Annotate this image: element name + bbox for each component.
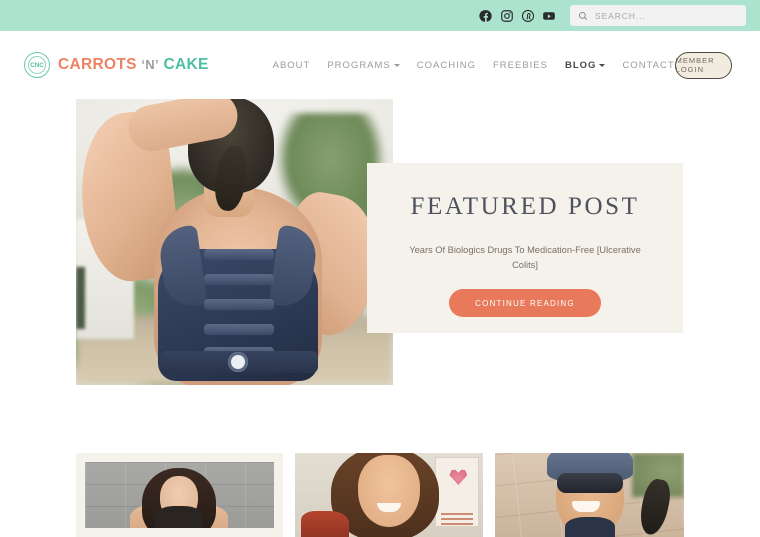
post-card-3-image bbox=[495, 453, 685, 537]
nav-label-about: ABOUT bbox=[272, 59, 311, 71]
brand-word-carrots: CARROTS bbox=[58, 56, 137, 73]
top-utility-bar bbox=[0, 0, 760, 31]
search-input[interactable] bbox=[595, 10, 738, 21]
post-card-1-image bbox=[85, 462, 274, 528]
brand-word-n: ‘N’ bbox=[141, 57, 159, 72]
nav-label-programs: PROGRAMS bbox=[327, 59, 391, 71]
pinterest-icon[interactable] bbox=[521, 9, 535, 23]
nav-label-coaching: COACHING bbox=[416, 59, 476, 71]
instagram-icon[interactable] bbox=[500, 9, 514, 23]
hero-section: FEATURED POST Years Of Biologics Drugs T… bbox=[0, 99, 760, 415]
chevron-down-icon bbox=[393, 64, 400, 67]
nav-item-coaching[interactable]: COACHING bbox=[417, 60, 476, 71]
card2-subject-face bbox=[358, 455, 420, 527]
cnc-monogram-text: CNC bbox=[30, 61, 44, 69]
nav-label-contact: CONTACT bbox=[622, 59, 675, 71]
nav-item-contact[interactable]: CONTACT bbox=[622, 60, 674, 71]
youtube-icon[interactable] bbox=[542, 9, 556, 23]
nav-item-about[interactable]: ABOUT bbox=[273, 60, 311, 71]
continue-reading-label: CONTINUE READING bbox=[475, 298, 575, 308]
member-login-label: MEMBER LOGIN bbox=[675, 56, 715, 74]
nav-item-programs[interactable]: PROGRAMS bbox=[327, 59, 400, 71]
post-card-2[interactable] bbox=[294, 453, 484, 537]
brand-word-cake: CAKE bbox=[163, 56, 209, 73]
brand-wordmark: CARROTS ‘N’ CAKE bbox=[58, 56, 209, 74]
featured-post-panel: FEATURED POST Years Of Biologics Drugs T… bbox=[367, 163, 683, 333]
post-card-1[interactable] bbox=[76, 453, 283, 537]
main-navbar: CNC CARROTS ‘N’ CAKE ABOUT PROGRAMS COAC… bbox=[0, 31, 760, 99]
continue-reading-button[interactable]: CONTINUE READING bbox=[449, 289, 601, 317]
nav-label-blog: BLOG bbox=[564, 59, 597, 71]
card2-subject-shirt bbox=[300, 511, 349, 537]
hero-bg-wall-edge bbox=[76, 267, 85, 329]
featured-post-title: Years Of Biologics Drugs To Medication-F… bbox=[409, 245, 641, 270]
featured-post-heading: FEATURED POST bbox=[410, 193, 640, 220]
search-box[interactable] bbox=[570, 5, 746, 26]
social-links bbox=[479, 9, 556, 23]
nav-item-blog[interactable]: BLOG bbox=[564, 59, 606, 71]
card3-subject-tank-top bbox=[564, 517, 615, 537]
card3-subject-sunglasses bbox=[556, 473, 623, 493]
post-card-2-image bbox=[294, 453, 484, 537]
hero-image bbox=[76, 99, 393, 385]
post-card-3[interactable] bbox=[495, 453, 685, 537]
nav-item-freebies[interactable]: FREEBIES bbox=[493, 60, 548, 71]
card2-bg-text-scribble bbox=[441, 513, 474, 527]
cnc-monogram-icon: CNC bbox=[24, 52, 50, 78]
chevron-down-icon bbox=[599, 64, 606, 67]
search-icon bbox=[578, 11, 588, 21]
primary-nav: ABOUT PROGRAMS COACHING FREEBIES BLOG CO… bbox=[273, 60, 675, 71]
hero-bra-logo-icon bbox=[228, 352, 248, 372]
card1-subject-top bbox=[155, 506, 204, 528]
site-logo[interactable]: CNC CARROTS ‘N’ CAKE bbox=[24, 52, 209, 78]
post-grid bbox=[0, 453, 760, 537]
facebook-icon[interactable] bbox=[479, 9, 493, 23]
nav-label-freebies: FREEBIES bbox=[492, 59, 548, 71]
member-login-button[interactable]: MEMBER LOGIN bbox=[674, 51, 732, 79]
hero-bra-ladder-straps bbox=[204, 245, 274, 361]
card3-subject-smile bbox=[571, 501, 600, 512]
